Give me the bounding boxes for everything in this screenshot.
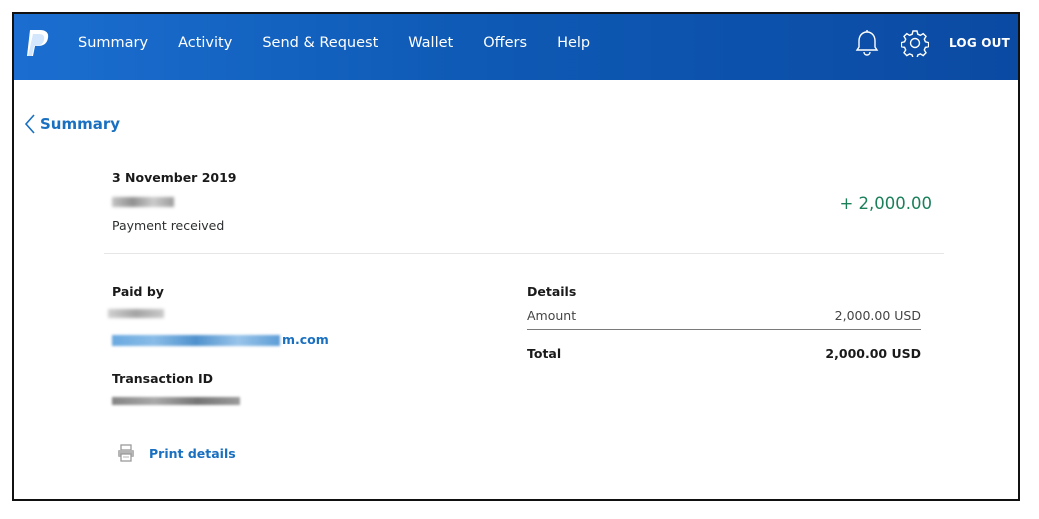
nav-send-request[interactable]: Send & Request: [262, 35, 378, 51]
redacted-transaction-id: [112, 397, 240, 405]
main-nav: Summary Activity Send & Request Wallet O…: [78, 14, 620, 72]
nav-summary[interactable]: Summary: [78, 35, 148, 51]
page-frame: Summary Activity Send & Request Wallet O…: [12, 12, 1020, 501]
amount-label: Amount: [527, 308, 577, 323]
total-value: 2,000.00 USD: [825, 346, 921, 361]
print-details-label: Print details: [149, 445, 236, 461]
transaction-id-label: Transaction ID: [112, 371, 214, 386]
chevron-left-icon: [24, 114, 35, 134]
nav-help[interactable]: Help: [557, 35, 590, 51]
gear-icon[interactable]: [901, 29, 930, 57]
bell-icon[interactable]: [853, 29, 881, 57]
print-details-button[interactable]: Print details: [117, 444, 236, 462]
printer-icon: [118, 444, 134, 462]
logout-button[interactable]: LOG OUT: [949, 36, 1010, 50]
redacted-payer-info: [108, 309, 164, 318]
back-to-summary-link[interactable]: Summary: [24, 114, 120, 134]
details-title: Details: [527, 284, 577, 299]
top-navigation-bar: Summary Activity Send & Request Wallet O…: [14, 14, 1018, 80]
nav-wallet[interactable]: Wallet: [408, 35, 453, 51]
transaction-date: 3 November 2019: [112, 170, 237, 185]
section-divider: [104, 253, 944, 254]
back-link-label: Summary: [40, 115, 121, 133]
transaction-type: Payment received: [112, 218, 225, 233]
header-actions: LOG OUT: [853, 14, 1010, 72]
details-amount-row: Amount 2,000.00 USD: [527, 308, 921, 323]
transaction-amount: + 2,000.00: [839, 194, 932, 213]
paid-by-label: Paid by: [112, 284, 164, 299]
nav-offers[interactable]: Offers: [483, 35, 527, 51]
payer-email-link[interactable]: m.com: [112, 332, 329, 347]
redacted-email: [112, 335, 280, 346]
total-label: Total: [527, 346, 562, 361]
paypal-logo-icon[interactable]: [24, 28, 50, 58]
amount-value: 2,000.00 USD: [834, 308, 921, 323]
redacted-payer-name: [112, 197, 174, 207]
details-total-row: Total 2,000.00 USD: [527, 346, 921, 361]
details-divider: [527, 329, 921, 330]
nav-activity[interactable]: Activity: [178, 35, 232, 51]
email-visible-part: m.com: [282, 332, 329, 347]
